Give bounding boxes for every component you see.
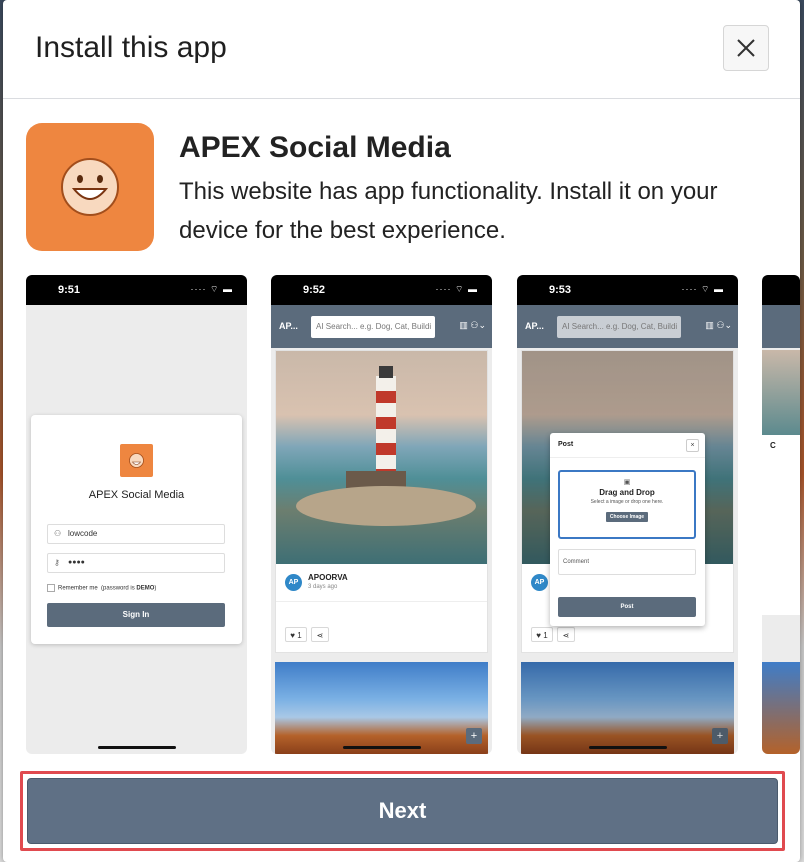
screenshot-feed[interactable]: 9:52 ···· ⌔ ▬ AP... AI Search... e.g. Do… (271, 275, 492, 754)
lighthouse-graphic (296, 366, 476, 526)
share-icon: ⋖ (562, 631, 570, 640)
screenshot-login[interactable]: 9:51 ···· ⌔ ▬ APEX Social Media ⚇ lowcod… (26, 275, 247, 754)
dialog-title: Install this app (35, 31, 227, 64)
app-description: This website has app functionality. Inst… (179, 178, 718, 244)
share-button[interactable]: ⋖ (557, 627, 575, 642)
like-button[interactable]: ♥ 1 (531, 627, 553, 642)
app-bar: AP... AI Search... e.g. Dog, Cat, Buildi… (271, 305, 492, 348)
install-app-dialog: Install this app APEX Social Media This … (3, 0, 800, 862)
status-time: 9:52 (303, 284, 326, 296)
close-icon (737, 39, 755, 57)
login-app-icon (120, 444, 153, 477)
username-value: lowcode (68, 529, 98, 538)
login-title: APEX Social Media (88, 489, 185, 501)
status-bar (762, 275, 800, 305)
post-button[interactable]: Post (558, 597, 696, 617)
divider (550, 457, 705, 458)
home-indicator (343, 746, 421, 749)
remember-row: Remember me (password is DEMO) (47, 584, 156, 592)
signal-wifi-battery-icon: ···· ⌔ ▬ (681, 284, 724, 294)
partial-photo (762, 350, 800, 435)
heart-icon: ♥ (536, 631, 542, 640)
author-avatar: AP (531, 574, 548, 591)
app-name: APEX Social Media (179, 131, 451, 164)
drop-zone[interactable]: ▣ Drag and Drop Select a image or drop o… (558, 470, 696, 539)
app-bar-label: AP... (525, 321, 544, 331)
share-icon: ⋖ (316, 631, 324, 640)
screenshot-post-modal[interactable]: 9:53 ···· ⌔ ▬ AP... AI Search... e.g. Do… (517, 275, 738, 754)
next-button[interactable]: Next (27, 778, 778, 844)
screenshot-partial[interactable]: C (762, 275, 800, 754)
post-card: AP APOORVA 3 days ago ♥ 1 ⋖ (275, 350, 488, 653)
smiley-face-icon (61, 158, 119, 216)
partial-modal: C (762, 435, 800, 615)
dialog-header: Install this app (3, 0, 800, 99)
add-icon[interactable]: + (466, 728, 482, 744)
status-time: 9:51 (58, 284, 81, 296)
home-indicator (589, 746, 667, 749)
modal-title: Post (558, 441, 574, 448)
close-button[interactable] (723, 25, 769, 71)
status-bar: 9:53 ···· ⌔ ▬ (517, 275, 738, 305)
remember-hint-suffix: ) (154, 585, 157, 592)
home-indicator (98, 746, 176, 749)
post-date: 3 days ago (308, 584, 338, 590)
login-card: APEX Social Media ⚇ lowcode ⚷ ●●●● Remem… (31, 415, 242, 644)
choose-image-button[interactable]: Choose Image (605, 512, 649, 522)
signal-wifi-battery-icon: ···· ⌔ ▬ (435, 284, 478, 294)
status-bar: 9:51 ···· ⌔ ▬ (26, 275, 247, 305)
app-bar (762, 305, 800, 348)
remember-hint-value: DEMO (136, 585, 155, 592)
author-avatar[interactable]: AP (285, 574, 302, 591)
password-value: ●●●● (68, 559, 85, 566)
autumn-tree-photo: + (521, 662, 734, 754)
divider (276, 601, 487, 602)
app-bar-label: AP... (279, 321, 298, 331)
signal-wifi-battery-icon: ···· ⌔ ▬ (190, 284, 233, 294)
post-modal: Post × ▣ Drag and Drop Select a image or… (550, 433, 705, 626)
like-button[interactable]: ♥ 1 (285, 627, 307, 642)
password-field[interactable]: ⚷ ●●●● (47, 553, 225, 573)
ai-search-input[interactable]: AI Search... e.g. Dog, Cat, Buildi (557, 316, 681, 338)
autumn-tree-photo[interactable]: + (275, 662, 488, 754)
app-icon (26, 123, 154, 251)
lighthouse-photo[interactable] (276, 351, 487, 564)
smiley-face-icon (129, 453, 144, 468)
user-icon: ⚇ (54, 529, 62, 538)
app-bar: AP... AI Search... e.g. Dog, Cat, Buildi… (517, 305, 738, 348)
like-count: 1 (543, 631, 548, 640)
next-button-highlight: Next (20, 771, 785, 851)
status-time: 9:53 (549, 284, 572, 296)
key-icon: ⚷ (54, 558, 60, 567)
post-author[interactable]: APOORVA (308, 573, 348, 582)
remember-checkbox[interactable] (47, 584, 55, 592)
drop-hint: Select a image or drop one here. (590, 499, 664, 505)
share-button[interactable]: ⋖ (311, 627, 329, 642)
remember-hint-prefix: (password is (101, 585, 135, 592)
partial-photo-2 (762, 662, 800, 754)
map-user-icons[interactable]: ▥ ⚇⌄ (705, 320, 732, 331)
sign-in-button[interactable]: Sign In (47, 603, 225, 627)
add-icon[interactable]: + (712, 728, 728, 744)
username-field[interactable]: ⚇ lowcode (47, 524, 225, 544)
remember-label: Remember me (58, 585, 98, 592)
modal-close-icon[interactable]: × (686, 439, 699, 452)
drop-title: Drag and Drop (599, 488, 655, 497)
ai-search-input[interactable]: AI Search... e.g. Dog, Cat, Buildi (311, 316, 435, 338)
status-bar: 9:52 ···· ⌔ ▬ (271, 275, 492, 305)
comment-field[interactable]: Comment (558, 549, 696, 575)
partial-label: C (770, 441, 776, 450)
like-count: 1 (297, 631, 302, 640)
image-icon: ▣ (623, 479, 631, 486)
heart-icon: ♥ (290, 631, 296, 640)
map-user-icons[interactable]: ▥ ⚇⌄ (459, 320, 486, 331)
